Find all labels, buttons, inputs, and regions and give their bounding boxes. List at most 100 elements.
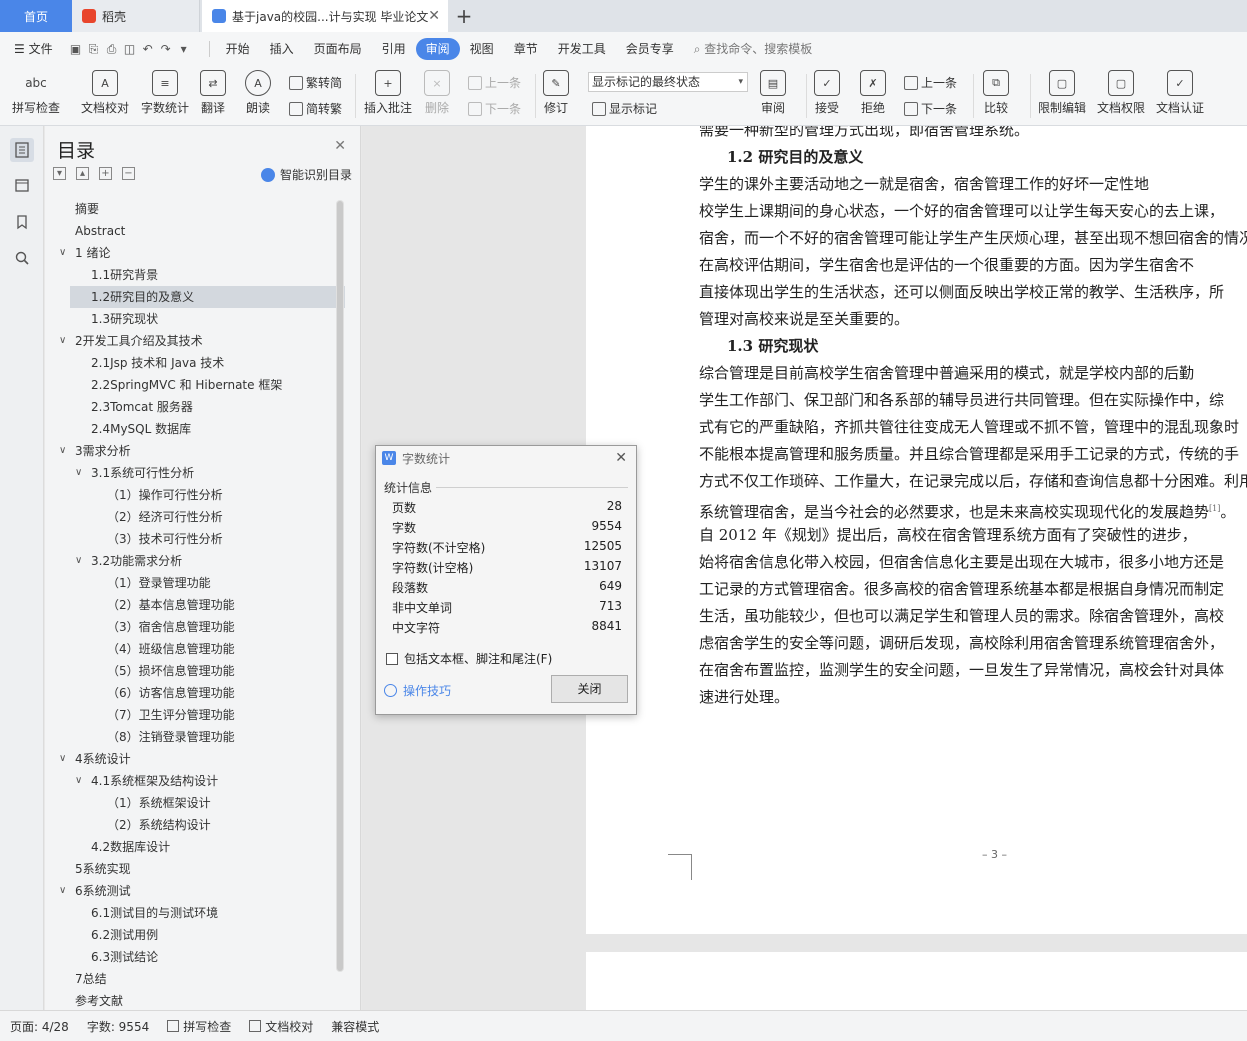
toc-item[interactable]: ∨ 3.1系统可行性分析: [45, 462, 345, 484]
toc-scrollbar-thumb[interactable]: [337, 201, 343, 971]
smart-toc-button[interactable]: 智能识别目录: [260, 166, 352, 183]
toc-item[interactable]: ∨ 3.2功能需求分析: [45, 550, 345, 572]
checkbox-box[interactable]: [386, 652, 398, 665]
toc-item[interactable]: 2.2SpringMVC 和 Hibernate 框架: [45, 374, 345, 396]
close-button[interactable]: 关闭: [551, 675, 628, 703]
document-page[interactable]: – 3 – 需要一种新型的管理方式出现，即宿舍管理系统。 1.2 研究目的及意义 …: [586, 126, 1247, 934]
toc-item[interactable]: 4.2数据库设计: [45, 836, 345, 858]
simp-to-trad-button[interactable]: 简转繁: [289, 100, 342, 117]
find-icon[interactable]: [10, 246, 34, 270]
toc-item[interactable]: （1）系统框架设计: [45, 792, 345, 814]
chevron-down-icon[interactable]: ∨: [59, 330, 66, 352]
page-indicator[interactable]: 页面: 4/28: [10, 1018, 69, 1035]
toc-icon[interactable]: [10, 138, 34, 162]
menu-references[interactable]: 引用: [372, 38, 416, 60]
chevron-down-icon[interactable]: ∨: [75, 462, 82, 484]
toc-item[interactable]: 6.2测试用例: [45, 924, 345, 946]
save-icon[interactable]: ▣: [67, 42, 85, 56]
toc-item[interactable]: （8）注销登录管理功能: [45, 726, 345, 748]
menu-member[interactable]: 会员专享: [616, 38, 684, 60]
toc-item[interactable]: ∨ 6系统测试: [45, 880, 345, 902]
trad-to-simp-button[interactable]: 繁转简: [289, 74, 342, 91]
toc-item[interactable]: 5系统实现: [45, 858, 345, 880]
toc-item[interactable]: （7）卫生评分管理功能: [45, 704, 345, 726]
toc-item[interactable]: （2）基本信息管理功能: [45, 594, 345, 616]
file-menu[interactable]: ☰ 文件: [0, 38, 63, 60]
chevron-down-icon[interactable]: ∨: [59, 880, 66, 902]
toc-item[interactable]: （2）系统结构设计: [45, 814, 345, 836]
chevron-down-icon[interactable]: ∨: [75, 550, 82, 572]
toc-item[interactable]: ∨ 4.1系统框架及结构设计: [45, 770, 345, 792]
toc-item[interactable]: （3）技术可行性分析: [45, 528, 345, 550]
toc-item[interactable]: 摘要: [45, 198, 345, 220]
tab-home[interactable]: 首页: [0, 0, 72, 32]
tab-document[interactable]: 基于java的校园...计与实现 毕业论文 ✕: [202, 0, 448, 32]
toc-item[interactable]: 2.1Jsp 技术和 Java 技术: [45, 352, 345, 374]
spell-check-status[interactable]: 拼写检查: [167, 1018, 231, 1035]
add-heading-icon[interactable]: +: [99, 167, 112, 180]
read-aloud-button[interactable]: A 朗读: [245, 70, 271, 116]
insert-comment-button[interactable]: + 插入批注: [364, 70, 412, 116]
include-footnotes-checkbox[interactable]: 包括文本框、脚注和尾注(F): [386, 650, 552, 667]
toc-item[interactable]: 1.2研究目的及意义: [70, 286, 345, 308]
undo-icon[interactable]: ↶: [139, 42, 157, 56]
toc-item[interactable]: （5）损坏信息管理功能: [45, 660, 345, 682]
toc-item[interactable]: （6）访客信息管理功能: [45, 682, 345, 704]
spell-check-button[interactable]: abc 拼写检查: [12, 70, 60, 116]
citation-mark[interactable]: [1]: [1209, 504, 1220, 513]
chapter-nav-icon[interactable]: [10, 173, 34, 197]
next-comment-button[interactable]: 下一条: [468, 100, 521, 117]
toc-item[interactable]: 参考文献: [45, 990, 345, 1012]
menu-developer[interactable]: 开发工具: [548, 38, 616, 60]
toc-item[interactable]: （1）登录管理功能: [45, 572, 345, 594]
word-count-button[interactable]: ≡ 字数统计: [141, 70, 189, 116]
chevron-down-icon[interactable]: ∨: [59, 440, 66, 462]
toc-item[interactable]: ∨ 3需求分析: [45, 440, 345, 462]
prev-comment-button[interactable]: 上一条: [468, 74, 521, 91]
toc-item[interactable]: （3）宿舍信息管理功能: [45, 616, 345, 638]
doc-certify-button[interactable]: ✓ 文档认证: [1156, 70, 1204, 116]
toc-item[interactable]: ∨ 2开发工具介绍及其技术: [45, 330, 345, 352]
menu-chapter[interactable]: 章节: [504, 38, 548, 60]
word-count-indicator[interactable]: 字数: 9554: [87, 1018, 149, 1035]
expand-all-icon[interactable]: ▾: [53, 167, 66, 180]
bookmark-icon[interactable]: [10, 210, 34, 234]
preview-icon[interactable]: ◫: [121, 42, 139, 56]
chevron-down-icon[interactable]: ∨: [59, 748, 66, 770]
toc-item[interactable]: ∨ 1 绪论: [45, 242, 345, 264]
toc-item[interactable]: 7总结: [45, 968, 345, 990]
menu-view[interactable]: 视图: [460, 38, 504, 60]
toc-item[interactable]: ∨ 4系统设计: [45, 748, 345, 770]
toc-item[interactable]: （1）操作可行性分析: [45, 484, 345, 506]
show-marks-button[interactable]: 显示标记: [592, 100, 657, 117]
track-changes-button[interactable]: ✎ 修订: [543, 70, 569, 116]
tips-link[interactable]: 操作技巧: [384, 682, 451, 699]
toc-item[interactable]: （2）经济可行性分析: [45, 506, 345, 528]
accept-button[interactable]: ✓ 接受: [814, 70, 840, 116]
toc-item[interactable]: （4）班级信息管理功能: [45, 638, 345, 660]
toc-item[interactable]: 2.4MySQL 数据库: [45, 418, 345, 440]
toc-item[interactable]: 1.1研究背景: [45, 264, 345, 286]
toc-item[interactable]: 6.3测试结论: [45, 946, 345, 968]
close-icon[interactable]: ✕: [334, 138, 346, 154]
toc-item[interactable]: 2.3Tomcat 服务器: [45, 396, 345, 418]
proofread-status[interactable]: 文档校对: [249, 1018, 313, 1035]
toc-item[interactable]: 1.3研究现状: [45, 308, 345, 330]
compare-button[interactable]: ⧉ 比较: [983, 70, 1009, 116]
prev-change-button[interactable]: 上一条: [904, 74, 957, 91]
proofread-button[interactable]: A 文档校对: [81, 70, 129, 116]
display-state-select[interactable]: 显示标记的最终状态 ▾: [588, 72, 748, 92]
next-change-button[interactable]: 下一条: [904, 100, 957, 117]
toc-item[interactable]: Abstract: [45, 220, 345, 242]
reject-button[interactable]: ✗ 拒绝: [860, 70, 886, 116]
menu-start[interactable]: 开始: [216, 38, 260, 60]
chevron-down-icon[interactable]: ∨: [75, 770, 82, 792]
tab-daoke[interactable]: 稻壳: [72, 0, 200, 32]
menu-page-layout[interactable]: 页面布局: [304, 38, 372, 60]
chevron-down-icon[interactable]: ∨: [59, 242, 66, 264]
restrict-editing-button[interactable]: ▢ 限制编辑: [1038, 70, 1086, 116]
more-icon[interactable]: ▾: [175, 42, 193, 56]
tab-close-icon[interactable]: ✕: [428, 8, 440, 24]
remove-heading-icon[interactable]: −: [122, 167, 135, 180]
next-page[interactable]: [586, 952, 1247, 1010]
